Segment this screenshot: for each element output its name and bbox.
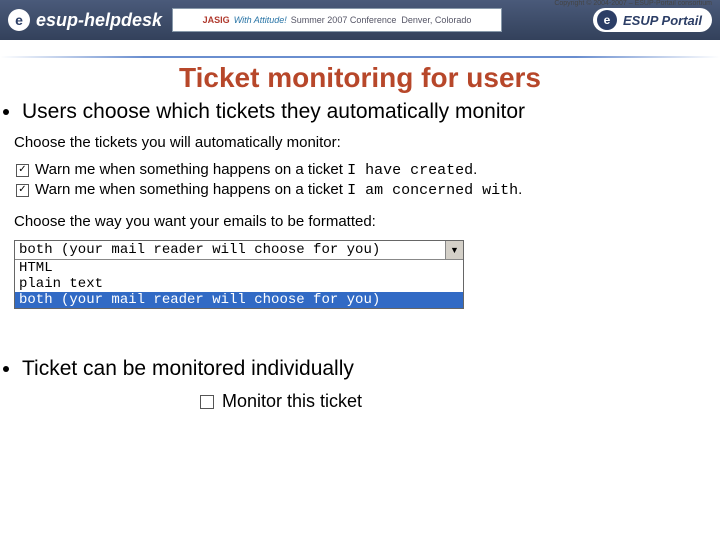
checkbox-monitor-label: Monitor this ticket bbox=[222, 391, 362, 412]
option-both[interactable]: both (your mail reader will choose for y… bbox=[15, 292, 463, 308]
choose-format-label: Choose the way you want your emails to b… bbox=[14, 213, 706, 230]
checkbox-created-label: Warn me when something happens on a tick… bbox=[35, 161, 477, 179]
chevron-down-icon[interactable]: ▼ bbox=[445, 241, 463, 259]
copyright-text: Copyright © 2004-2007 – ESUP-Portail con… bbox=[554, 0, 712, 7]
email-format-select[interactable]: both (your mail reader will choose for y… bbox=[14, 240, 464, 309]
checkbox-created[interactable] bbox=[16, 164, 29, 177]
brand-right: e ESUP Portail bbox=[593, 8, 712, 32]
select-dropdown: HTML plain text both (your mail reader w… bbox=[15, 260, 463, 308]
brand-left-text: esup-helpdesk bbox=[36, 10, 162, 31]
select-value: both (your mail reader will choose for y… bbox=[15, 241, 445, 259]
option-html[interactable]: HTML bbox=[15, 260, 463, 276]
choose-tickets-label: Choose the tickets you will automaticall… bbox=[14, 134, 706, 151]
bullet-2: Ticket can be monitored individually bbox=[22, 357, 720, 381]
slide-title: Ticket monitoring for users bbox=[0, 62, 720, 94]
brand-right-icon: e bbox=[597, 10, 617, 30]
bullet-1: Users choose which tickets they automati… bbox=[22, 100, 720, 124]
conference-banner: JASIGWith Attitude! Summer 2007 Conferen… bbox=[172, 8, 502, 32]
checkbox-monitor-ticket[interactable] bbox=[200, 395, 214, 409]
brand-left-icon: e bbox=[8, 9, 30, 31]
form-screenshot: Choose the tickets you will automaticall… bbox=[0, 134, 720, 309]
brand-right-text: ESUP Portail bbox=[623, 13, 702, 28]
checkbox-concerned-label: Warn me when something happens on a tick… bbox=[35, 181, 522, 199]
brand-left: e esup-helpdesk bbox=[8, 9, 162, 31]
checkbox-concerned[interactable] bbox=[16, 184, 29, 197]
option-plain[interactable]: plain text bbox=[15, 276, 463, 292]
divider bbox=[0, 56, 720, 58]
